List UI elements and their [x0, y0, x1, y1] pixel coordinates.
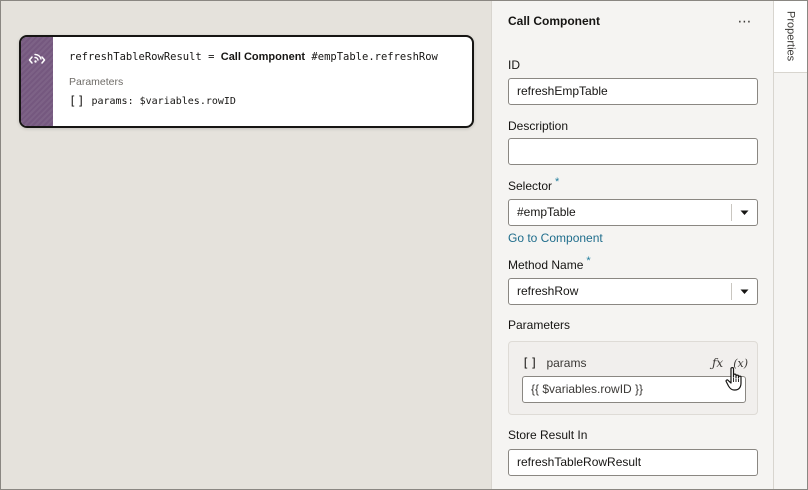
tab-properties[interactable]: Properties [774, 1, 807, 73]
expression-editor-button[interactable]: ƒx [712, 356, 723, 370]
node-action: Call Component [220, 51, 306, 63]
node-params-label: Parameters [69, 76, 124, 88]
param-row: [] params ƒx (x) [522, 354, 748, 372]
selector-label-text: Selector [508, 179, 553, 193]
description-label: Description [508, 119, 569, 133]
node-param-row: [] params: $variables.rowID [69, 94, 462, 108]
selector-dropdown-button[interactable] [731, 204, 757, 221]
panel-header: Call Component ⋯ [508, 11, 758, 31]
selector-value: #empTable [517, 205, 576, 219]
properties-panel: Call Component ⋯ ID refreshEmpTable Desc… [491, 1, 773, 489]
go-to-component-link[interactable]: Go to Component [508, 231, 603, 245]
hand-cursor-icon [725, 367, 742, 391]
chevron-down-icon [740, 289, 749, 294]
method-label-text: Method Name [508, 258, 584, 272]
call-component-node[interactable]: refreshTableRowResult = Call Component #… [19, 35, 474, 128]
node-title: refreshTableRowResult = Call Component #… [69, 51, 462, 63]
node-target: #empTable.refreshRow [311, 51, 438, 63]
selector-select[interactable]: #empTable [508, 199, 758, 226]
array-icon: [] [522, 356, 539, 370]
id-label: ID [508, 58, 520, 72]
store-result-label: Store Result In [508, 428, 588, 442]
selector-required-mark: * [555, 176, 560, 188]
panel-title: Call Component [508, 14, 600, 28]
chevron-down-icon [740, 210, 749, 215]
tab-properties-label: Properties [784, 11, 797, 62]
more-options-button[interactable]: ⋯ [732, 13, 758, 30]
description-input[interactable] [508, 138, 758, 165]
node-result-var: refreshTableRowResult [69, 51, 202, 63]
parameters-label: Parameters [508, 318, 571, 332]
node-equals: = [208, 51, 215, 63]
parameter-box: [] params ƒx (x) {{ $variables.rowID }} [508, 341, 758, 415]
array-icon: [] [69, 94, 86, 108]
id-input[interactable]: refreshEmpTable [508, 78, 758, 105]
store-result-input[interactable]: refreshTableRowResult [508, 449, 758, 476]
method-select[interactable]: refreshRow [508, 278, 758, 305]
node-type-strip [21, 37, 53, 126]
param-name: params [546, 356, 587, 370]
node-param-text: params: $variables.rowID [91, 95, 236, 107]
method-dropdown-button[interactable] [731, 283, 757, 300]
method-label: Method Name * [508, 255, 591, 272]
param-value-input[interactable]: {{ $variables.rowID }} [522, 376, 746, 403]
selector-label: Selector * [508, 176, 560, 193]
flow-canvas[interactable]: refreshTableRowResult = Call Component #… [1, 1, 491, 489]
method-required-mark: * [586, 255, 591, 267]
side-tab-strip: Properties [773, 1, 807, 489]
method-value: refreshRow [517, 284, 579, 298]
call-component-icon [28, 53, 46, 64]
